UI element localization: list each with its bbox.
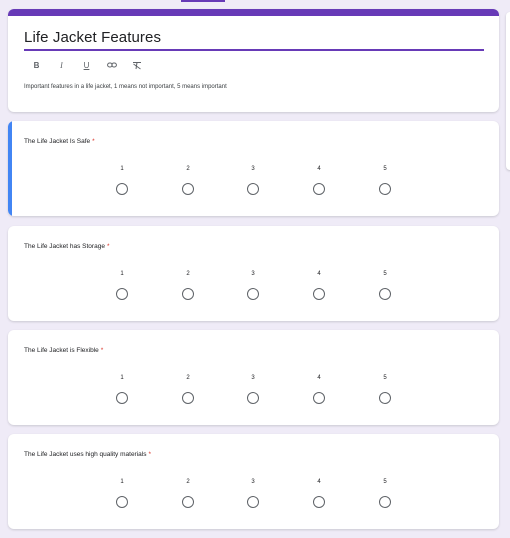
bold-icon: B: [33, 60, 40, 70]
radio-button[interactable]: [379, 183, 391, 195]
clear-format-icon: [132, 61, 141, 69]
form-header-card[interactable]: Life Jacket Features B I U Important fea…: [8, 9, 499, 112]
scale-label: 2: [186, 479, 190, 485]
question-card[interactable]: The Life Jacket has Storage * 1 2 3 4 5: [8, 226, 499, 321]
radio-button[interactable]: [116, 392, 128, 404]
scale-label: 4: [317, 271, 321, 277]
question-card[interactable]: The Life Jacket Is Safe * 1 2 3 4 5: [8, 121, 499, 216]
italic-icon: I: [60, 60, 63, 70]
bold-button[interactable]: B: [24, 57, 49, 73]
scale-label: 5: [383, 479, 387, 485]
question-card[interactable]: The Life Jacket uses high quality materi…: [8, 434, 499, 529]
form-title[interactable]: Life Jacket Features: [24, 29, 161, 46]
radio-button[interactable]: [379, 496, 391, 508]
scale-label: 4: [317, 479, 321, 485]
clear-format-button[interactable]: [124, 57, 149, 73]
question-title[interactable]: The Life Jacket is Flexible *: [24, 347, 103, 354]
question-title[interactable]: The Life Jacket has Storage *: [24, 243, 109, 250]
radio-button[interactable]: [182, 392, 194, 404]
radio-button[interactable]: [247, 183, 259, 195]
question-title[interactable]: The Life Jacket uses high quality materi…: [24, 451, 151, 458]
scale-label: 1: [120, 166, 124, 172]
theme-color-band: [8, 9, 499, 16]
radio-button[interactable]: [379, 392, 391, 404]
active-tab-indicator: [181, 0, 225, 2]
text-format-toolbar: B I U: [24, 57, 149, 73]
radio-button[interactable]: [313, 392, 325, 404]
radio-button[interactable]: [313, 496, 325, 508]
title-underline: [24, 49, 484, 51]
scale-label: 2: [186, 375, 190, 381]
scale-label: 5: [383, 271, 387, 277]
scale-label: 2: [186, 166, 190, 172]
scale-label: 3: [251, 166, 255, 172]
required-asterisk: *: [148, 451, 152, 458]
radio-button[interactable]: [247, 288, 259, 300]
question-card[interactable]: The Life Jacket is Flexible * 1 2 3 4 5: [8, 330, 499, 425]
underline-icon: U: [83, 60, 90, 70]
radio-button[interactable]: [379, 288, 391, 300]
radio-button[interactable]: [313, 288, 325, 300]
scale-label: 5: [383, 375, 387, 381]
link-icon: [106, 62, 117, 68]
underline-button[interactable]: U: [74, 57, 99, 73]
floating-toolbar[interactable]: [506, 12, 510, 170]
radio-button[interactable]: [182, 183, 194, 195]
question-title[interactable]: The Life Jacket Is Safe *: [24, 138, 95, 145]
radio-button[interactable]: [116, 496, 128, 508]
required-asterisk: *: [100, 347, 104, 354]
radio-button[interactable]: [313, 183, 325, 195]
radio-button[interactable]: [116, 183, 128, 195]
scale-label: 4: [317, 166, 321, 172]
scale-label: 5: [383, 166, 387, 172]
italic-button[interactable]: I: [49, 57, 74, 73]
scale-label: 3: [251, 375, 255, 381]
radio-button[interactable]: [182, 496, 194, 508]
scale-label: 2: [186, 271, 190, 277]
form-description[interactable]: Important features in a life jacket, 1 m…: [24, 84, 227, 90]
scale-label: 1: [120, 271, 124, 277]
radio-button[interactable]: [247, 392, 259, 404]
active-question-accent: [8, 121, 12, 216]
radio-button[interactable]: [116, 288, 128, 300]
required-asterisk: *: [106, 243, 110, 250]
scale-label: 1: [120, 479, 124, 485]
radio-button[interactable]: [182, 288, 194, 300]
required-asterisk: *: [92, 138, 95, 145]
radio-button[interactable]: [247, 496, 259, 508]
scale-label: 1: [120, 375, 124, 381]
link-button[interactable]: [99, 57, 124, 73]
scale-label: 3: [251, 271, 255, 277]
scale-label: 3: [251, 479, 255, 485]
scale-label: 4: [317, 375, 321, 381]
